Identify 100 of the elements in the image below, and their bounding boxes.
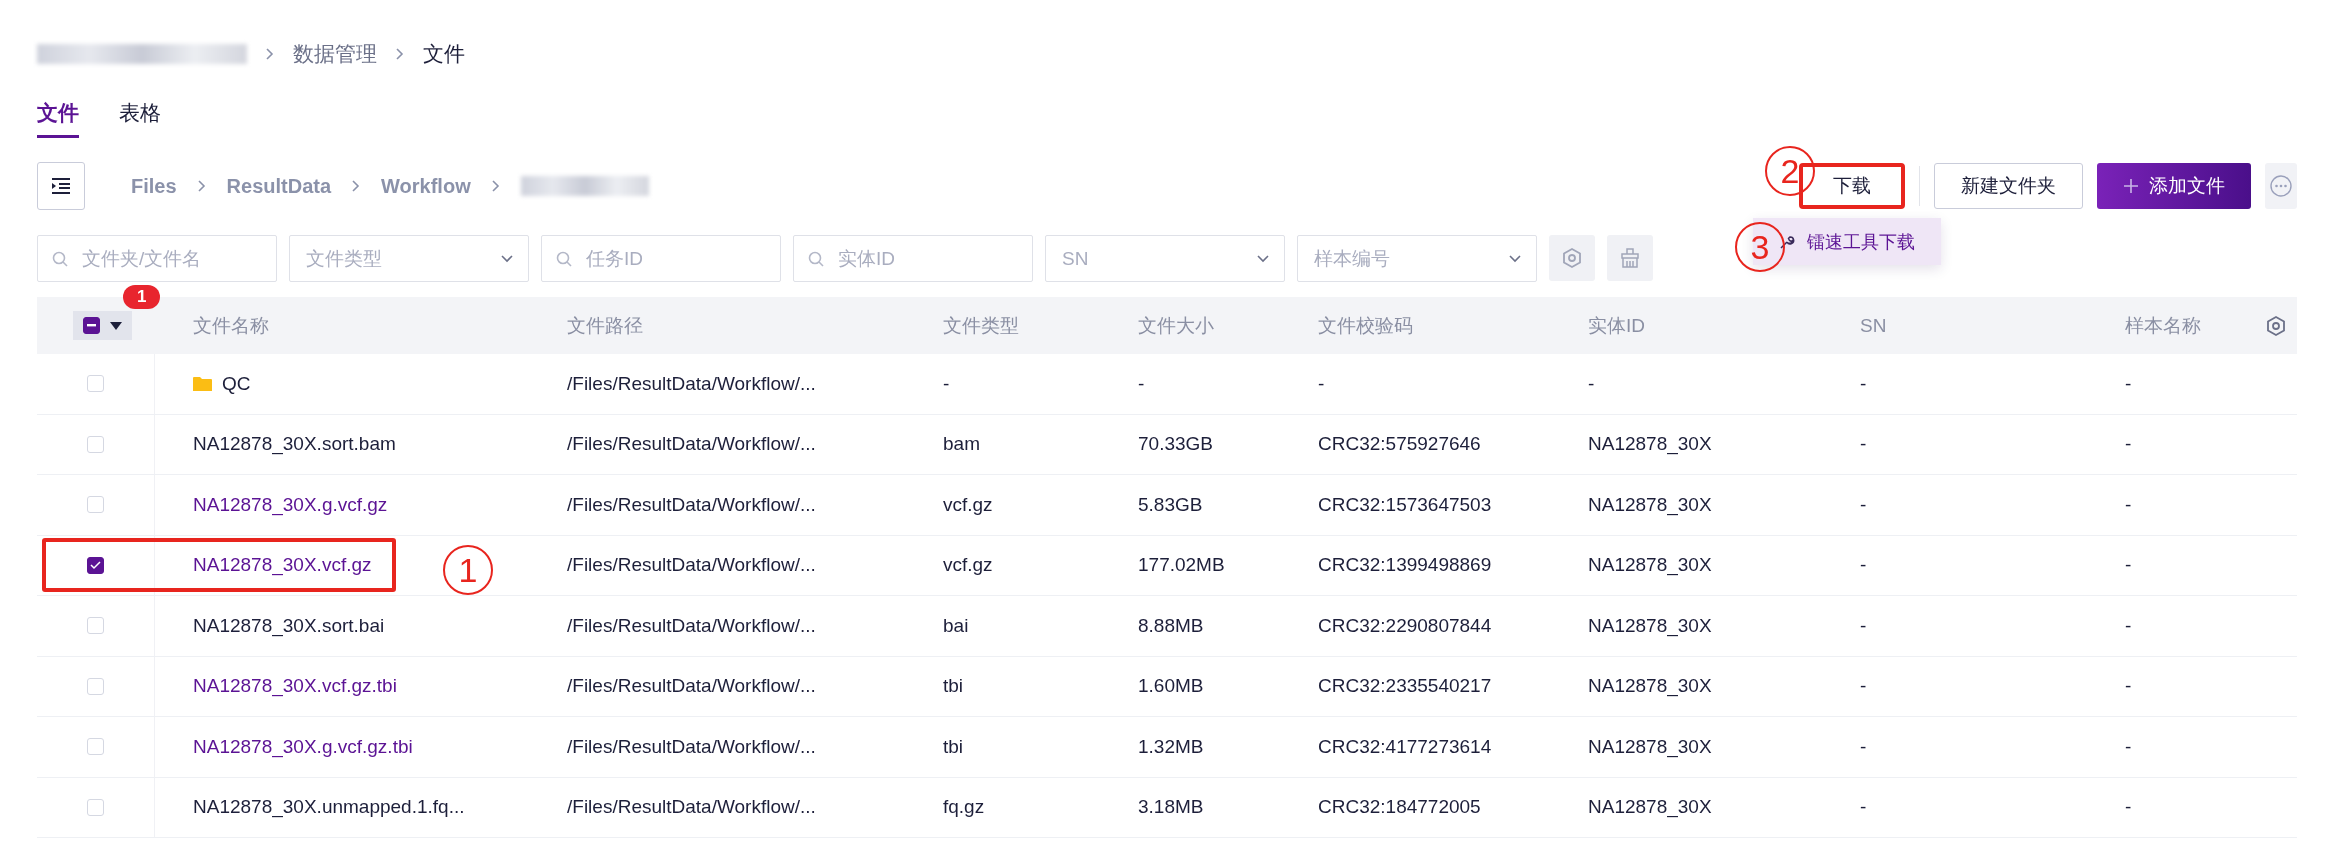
table-cell: vcf.gz (943, 493, 993, 515)
breadcrumb-item[interactable]: 文件 (423, 40, 465, 68)
broom-icon (1619, 247, 1641, 269)
table-cell: NA12878_30X (1588, 796, 1712, 818)
table-cell: - (943, 372, 950, 394)
search-icon (807, 250, 825, 268)
table-cell: - (2125, 675, 2132, 697)
folder-icon (193, 375, 212, 392)
table-cell: 1.60MB (1138, 675, 1204, 697)
ellipsis-icon (2269, 174, 2293, 198)
file-name[interactable]: NA12878_30X.g.vcf.gz (193, 493, 388, 516)
select-field[interactable]: SN (1045, 235, 1285, 282)
clear-button[interactable] (1607, 235, 1653, 281)
table-cell: 8.88MB (1138, 614, 1204, 636)
table-cell: - (1138, 372, 1145, 394)
settings-button[interactable] (1549, 235, 1595, 281)
table-cell: bai (943, 614, 969, 636)
table-cell: tbi (943, 675, 964, 697)
table-cell: CRC32:2290807844 (1318, 614, 1492, 636)
select-field[interactable]: 文件类型 (289, 235, 529, 282)
minus-icon (87, 324, 96, 327)
file-name[interactable]: NA12878_30X.vcf.gz (193, 554, 372, 577)
table-cell: 1.32MB (1138, 735, 1204, 757)
table-cell: NA12878_30X (1588, 675, 1712, 697)
file-name[interactable]: NA12878_30X.sort.bai (193, 614, 385, 637)
table-cell: - (1860, 675, 1867, 697)
table-cell: /Files/ResultData/Workflow/... (567, 493, 816, 515)
new-folder-button[interactable]: 新建文件夹 (1934, 163, 2083, 209)
step-number: 2 (1765, 146, 1815, 196)
select-field[interactable]: 样本编号 (1297, 235, 1537, 282)
table-cell: bam (943, 433, 980, 455)
table-cell: vcf.gz (943, 554, 993, 576)
table-cell: - (1860, 493, 1867, 515)
table-cell: /Files/ResultData/Workflow/... (567, 372, 816, 394)
table-cell: - (1860, 614, 1867, 636)
table-cell: - (1860, 433, 1867, 455)
table-cell: - (2125, 796, 2132, 818)
search-field[interactable]: 实体ID (793, 235, 1033, 282)
plus-icon (2123, 178, 2139, 194)
table-cell: - (2125, 372, 2132, 394)
table-cell: /Files/ResultData/Workflow/... (567, 675, 816, 697)
search-icon (555, 250, 573, 268)
column-header: SN (1860, 314, 1887, 336)
table-cell: - (1860, 735, 1867, 757)
row-checkbox[interactable] (87, 556, 104, 574)
column-header: 文件名称 (193, 314, 269, 336)
table-cell: - (2125, 614, 2132, 636)
table-cell: CRC32:575927646 (1318, 433, 1481, 455)
search-field[interactable]: 任务ID (541, 235, 781, 282)
table-cell: /Files/ResultData/Workflow/... (567, 796, 816, 818)
table-cell: - (2125, 554, 2132, 576)
table-cell: fq.gz (943, 796, 985, 818)
search-icon (51, 250, 69, 268)
table-cell: CRC32:4177273614 (1318, 735, 1492, 757)
table-cell: - (2125, 493, 2132, 515)
search-field[interactable]: 文件夹/文件名 (37, 235, 277, 282)
breadcrumb-item[interactable]: 数据管理 (293, 40, 377, 68)
file-name[interactable]: NA12878_30X.vcf.gz.tbi (193, 675, 397, 698)
table-cell: CRC32:1399498869 (1318, 554, 1492, 576)
table-cell: 70.33GB (1138, 433, 1213, 455)
settings-icon[interactable] (2265, 314, 2287, 337)
column-header: 样本名称 (2125, 313, 2201, 338)
table-cell: 3.18MB (1138, 796, 1204, 818)
table-cell: CRC32:184772005 (1318, 796, 1481, 818)
sidebar-toggle-button[interactable] (37, 162, 85, 210)
column-header: 文件类型 (943, 314, 1019, 336)
column-header: 文件路径 (567, 314, 643, 336)
more-button[interactable] (2265, 163, 2297, 209)
table-cell: 5.83GB (1138, 493, 1203, 515)
caret-icon (110, 320, 122, 331)
file-name[interactable]: QC (222, 372, 251, 395)
file-name[interactable]: NA12878_30X.g.vcf.gz.tbi (193, 735, 413, 758)
table-cell: - (1588, 372, 1595, 394)
table-cell: NA12878_30X (1588, 433, 1712, 455)
table-cell: NA12878_30X (1588, 735, 1712, 757)
column-header: 实体ID (1588, 314, 1645, 336)
tab[interactable]: 文件 (37, 99, 79, 138)
table-cell: NA12878_30X (1588, 493, 1712, 515)
step-number: 3 (1735, 222, 1785, 272)
tab[interactable]: 表格 (119, 99, 161, 138)
wrench-icon (1779, 233, 1795, 250)
table-cell: CRC32:2335540217 (1318, 675, 1492, 697)
table-cell: /Files/ResultData/Workflow/... (567, 554, 816, 576)
table-cell: tbi (943, 735, 964, 757)
table-cell: CRC32:1573647503 (1318, 493, 1492, 515)
table-cell: /Files/ResultData/Workflow/... (567, 614, 816, 636)
column-header: 文件校验码 (1318, 314, 1413, 336)
select-all-checkbox[interactable] (83, 317, 100, 334)
table-cell: NA12878_30X (1588, 554, 1712, 576)
add-file-button[interactable]: 添加文件 (2097, 163, 2251, 209)
table-cell: - (1318, 372, 1325, 394)
count-badge: 1 (123, 285, 161, 309)
table-cell: NA12878_30X (1588, 614, 1712, 636)
table-cell: - (2125, 433, 2132, 455)
table-cell: /Files/ResultData/Workflow/... (567, 735, 816, 757)
check-icon (90, 560, 101, 570)
step-number: 1 (443, 545, 493, 595)
table-cell: - (1860, 796, 1867, 818)
file-name[interactable]: NA12878_30X.unmapped.1.fq... (193, 796, 465, 819)
file-name[interactable]: NA12878_30X.sort.bam (193, 433, 396, 456)
